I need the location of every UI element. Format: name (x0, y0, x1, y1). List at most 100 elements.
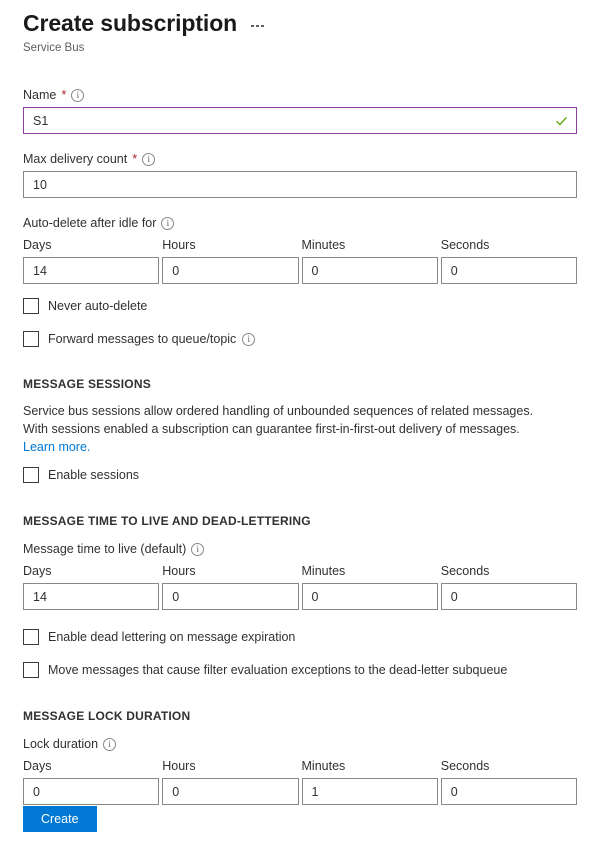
auto-delete-seconds-input[interactable] (441, 257, 577, 284)
info-icon[interactable] (161, 217, 174, 230)
never-auto-delete-label-text: Never auto-delete (48, 298, 147, 314)
forward-messages-label: Forward messages to queue/topic (48, 331, 255, 347)
ttl-days-col: Days (23, 563, 159, 610)
max-delivery-count-required-marker: * (132, 153, 137, 165)
lock-duration-label-row: Lock duration (23, 736, 577, 752)
learn-more-link[interactable]: Learn more. (23, 440, 90, 454)
auto-delete-minutes-input[interactable] (302, 257, 438, 284)
lock-seconds-input[interactable] (441, 778, 577, 805)
lock-hours-col: Hours (162, 758, 298, 805)
move-filter-exceptions-checkbox-row[interactable]: Move messages that cause filter evaluati… (23, 662, 577, 678)
forward-messages-checkbox[interactable] (23, 331, 39, 347)
minutes-label: Minutes (302, 563, 438, 580)
enable-sessions-label-text: Enable sessions (48, 467, 139, 483)
max-delivery-count-label-row: Max delivery count * (23, 151, 577, 167)
minutes-label: Minutes (302, 237, 438, 254)
lock-section-heading: MESSAGE LOCK DURATION (23, 709, 577, 723)
lock-hours-input[interactable] (162, 778, 298, 805)
name-field-wrapper (23, 107, 577, 134)
ttl-minutes-input[interactable] (302, 583, 438, 610)
enable-dead-lettering-checkbox[interactable] (23, 629, 39, 645)
page-title: Create subscription (23, 8, 237, 38)
seconds-label: Seconds (441, 758, 577, 775)
blade-footer: Create (23, 806, 97, 832)
hours-label: Hours (162, 758, 298, 775)
enable-dead-lettering-label-text: Enable dead lettering on message expirat… (48, 629, 295, 645)
lock-minutes-input[interactable] (302, 778, 438, 805)
seconds-label: Seconds (441, 237, 577, 254)
message-sessions-description: Service bus sessions allow ordered handl… (23, 402, 551, 456)
blade-subtitle: Service Bus (23, 40, 600, 56)
never-auto-delete-checkbox[interactable] (23, 298, 39, 314)
auto-delete-seconds-col: Seconds (441, 237, 577, 284)
lock-days-col: Days (23, 758, 159, 805)
auto-delete-days-col: Days (23, 237, 159, 284)
name-group: Name * (23, 87, 577, 134)
days-label: Days (23, 237, 159, 254)
hours-label: Hours (162, 237, 298, 254)
ttl-hours-input[interactable] (162, 583, 298, 610)
ttl-duration-grid: Days Hours Minutes Seconds (23, 563, 577, 610)
message-sessions-description-text: Service bus sessions allow ordered handl… (23, 404, 533, 436)
more-options-icon[interactable] (251, 11, 264, 35)
auto-delete-hours-input[interactable] (162, 257, 298, 284)
ttl-group: Message time to live (default) Days Hour… (23, 541, 577, 610)
ttl-seconds-input[interactable] (441, 583, 577, 610)
max-delivery-count-label: Max delivery count (23, 151, 127, 167)
info-icon[interactable] (71, 89, 84, 102)
info-icon[interactable] (242, 333, 255, 346)
ellipsis-dot (251, 25, 254, 28)
name-required-marker: * (61, 89, 66, 101)
hours-label: Hours (162, 563, 298, 580)
enable-sessions-checkbox-row[interactable]: Enable sessions (23, 467, 577, 483)
ttl-hours-col: Hours (162, 563, 298, 610)
move-filter-exceptions-label-text: Move messages that cause filter evaluati… (48, 662, 507, 678)
name-label-row: Name * (23, 87, 577, 103)
seconds-label: Seconds (441, 563, 577, 580)
max-delivery-count-field-wrapper (23, 171, 577, 198)
max-delivery-count-input[interactable] (23, 171, 577, 198)
info-icon[interactable] (191, 543, 204, 556)
auto-delete-label-row: Auto-delete after idle for (23, 215, 577, 231)
ttl-section-heading: MESSAGE TIME TO LIVE AND DEAD-LETTERING (23, 514, 577, 528)
auto-delete-days-input[interactable] (23, 257, 159, 284)
lock-seconds-col: Seconds (441, 758, 577, 805)
auto-delete-group: Auto-delete after idle for Days Hours Mi… (23, 215, 577, 284)
never-auto-delete-label: Never auto-delete (48, 298, 147, 314)
move-filter-exceptions-label: Move messages that cause filter evaluati… (48, 662, 507, 678)
enable-dead-lettering-checkbox-row[interactable]: Enable dead lettering on message expirat… (23, 629, 577, 645)
ttl-label-row: Message time to live (default) (23, 541, 577, 557)
auto-delete-minutes-col: Minutes (302, 237, 438, 284)
max-delivery-count-group: Max delivery count * (23, 151, 577, 198)
lock-duration-label: Lock duration (23, 736, 98, 752)
ellipsis-dot (261, 25, 264, 28)
message-sessions-heading: MESSAGE SESSIONS (23, 377, 577, 391)
create-button[interactable]: Create (23, 806, 97, 832)
ttl-label: Message time to live (default) (23, 541, 186, 557)
lock-days-input[interactable] (23, 778, 159, 805)
ttl-seconds-col: Seconds (441, 563, 577, 610)
move-filter-exceptions-checkbox[interactable] (23, 662, 39, 678)
lock-minutes-col: Minutes (302, 758, 438, 805)
days-label: Days (23, 563, 159, 580)
lock-duration-grid: Days Hours Minutes Seconds (23, 758, 577, 805)
create-subscription-blade: Create subscription Service Bus Name * (0, 0, 600, 850)
info-icon[interactable] (103, 738, 116, 751)
name-label: Name (23, 87, 56, 103)
forward-messages-checkbox-row[interactable]: Forward messages to queue/topic (23, 331, 577, 347)
enable-sessions-checkbox[interactable] (23, 467, 39, 483)
ttl-minutes-col: Minutes (302, 563, 438, 610)
name-input[interactable] (23, 107, 577, 134)
title-row: Create subscription (23, 8, 600, 38)
auto-delete-label: Auto-delete after idle for (23, 215, 156, 231)
enable-dead-lettering-label: Enable dead lettering on message expirat… (48, 629, 295, 645)
ttl-days-input[interactable] (23, 583, 159, 610)
auto-delete-duration-grid: Days Hours Minutes Seconds (23, 237, 577, 284)
never-auto-delete-checkbox-row[interactable]: Never auto-delete (23, 298, 577, 314)
minutes-label: Minutes (302, 758, 438, 775)
subscription-form: Name * Max delivery count * (0, 87, 600, 805)
days-label: Days (23, 758, 159, 775)
auto-delete-hours-col: Hours (162, 237, 298, 284)
info-icon[interactable] (142, 153, 155, 166)
blade-header: Create subscription Service Bus (0, 0, 600, 56)
